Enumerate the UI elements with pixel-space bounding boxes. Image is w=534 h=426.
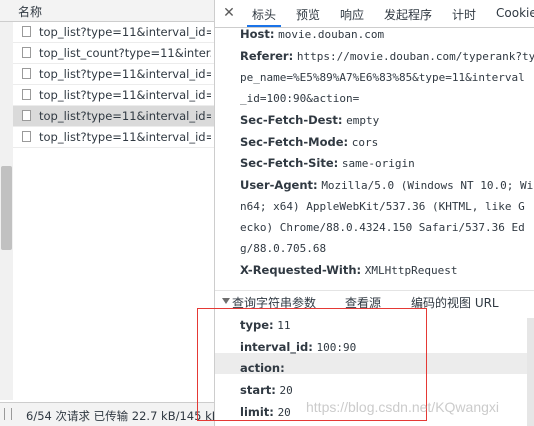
param-value: 11 (277, 319, 291, 332)
header-key: X-Requested-With: (240, 263, 362, 277)
request-details-panel: ✕ 标头 预览 响应 发起程序 计时 Cookie Host: movie.do… (215, 0, 534, 426)
file-icon (22, 110, 31, 121)
tab-preview[interactable]: 预览 (296, 6, 320, 23)
list-scrollbar[interactable] (0, 22, 13, 400)
query-param: interval_id: 100:90 (240, 337, 356, 358)
header-x-requested-with: X-Requested-With: XMLHttpRequest (240, 260, 458, 281)
param-key: type: (240, 318, 274, 332)
param-value: 20 (279, 384, 293, 397)
column-name-header[interactable]: 名称 (18, 3, 42, 20)
header-value: cors (351, 136, 379, 149)
file-icon (22, 68, 31, 79)
devtools-network-panel: 名称 top_list?type=11&interval_id=... top_… (0, 0, 534, 426)
header-value: https://movie.douban.com/typerank?ty (296, 50, 534, 63)
query-param: action: (240, 358, 285, 379)
header-value: same-origin (341, 157, 415, 170)
header-sec-fetch-site: Sec-Fetch-Site: same-origin (240, 153, 415, 174)
details-scrollbar[interactable] (527, 318, 534, 426)
file-icon (22, 26, 31, 37)
tab-response[interactable]: 响应 (340, 6, 364, 23)
param-value: 20 (277, 406, 291, 419)
request-row[interactable]: top_list?type=11&interval_id=... (13, 22, 214, 43)
request-row[interactable]: top_list?type=11&interval_id=... (13, 85, 214, 106)
list-scrollbar-thumb[interactable] (1, 166, 12, 250)
header-host: Host: movie.douban.com (240, 24, 384, 45)
request-list-panel: 名称 top_list?type=11&interval_id=... top_… (0, 0, 214, 426)
header-key: Host: (240, 27, 275, 41)
param-key: start: (240, 383, 276, 397)
request-row[interactable]: top_list?type=11&interval_id=... (13, 127, 214, 148)
header-sec-fetch-dest: Sec-Fetch-Dest: empty (240, 110, 379, 131)
header-sec-fetch-mode: Sec-Fetch-Mode: cors (240, 132, 378, 153)
query-param: start: 20 (240, 380, 293, 401)
grip-icon (4, 408, 12, 420)
header-key: Referer: (240, 49, 294, 63)
request-name: top_list_count?type=11&inter... (39, 46, 211, 60)
request-row[interactable]: top_list_count?type=11&inter... (13, 43, 214, 64)
header-value-continued: pe_name=%E5%89%A7%E6%83%85&type=11&inter… (240, 71, 525, 84)
file-icon (22, 131, 31, 142)
section-title[interactable]: 查询字符串参数 (232, 294, 316, 311)
header-user-agent: User-Agent: Mozilla/5.0 (Windows NT 10.0… (240, 175, 533, 196)
close-icon[interactable]: ✕ (221, 4, 237, 22)
param-key: action: (240, 361, 285, 375)
view-url-encoded-link[interactable]: 编码的视图 URL (411, 294, 499, 311)
file-icon (22, 47, 31, 58)
header-value: Mozilla/5.0 (Windows NT 10.0; Wi (321, 179, 534, 192)
header-value: empty (346, 114, 380, 127)
tab-cookies[interactable]: Cookie (496, 6, 534, 20)
header-key: Sec-Fetch-Site: (240, 156, 339, 170)
param-key: limit: (240, 405, 274, 419)
request-name: top_list?type=11&interval_id=... (39, 25, 211, 39)
status-summary: 6/54 次请求 已传输 22.7 kB/145 kB (26, 409, 214, 423)
header-key: User-Agent: (240, 178, 318, 192)
request-row[interactable]: top_list?type=11&interval_id=... (13, 64, 214, 85)
file-icon (22, 89, 31, 100)
request-rows: top_list?type=11&interval_id=... top_lis… (13, 22, 214, 148)
header-value-continued: g/88.0.705.68 (240, 242, 327, 255)
query-param: type: 11 (240, 315, 291, 336)
param-key: interval_id: (240, 340, 313, 354)
request-name: top_list?type=11&interval_id=... (39, 88, 211, 102)
query-param: limit: 20 (240, 402, 291, 423)
header-key: Sec-Fetch-Dest: (240, 113, 343, 127)
tab-initiator[interactable]: 发起程序 (384, 6, 432, 23)
tab-headers[interactable]: 标头 (252, 6, 276, 23)
header-referer: Referer: https://movie.douban.com/typera… (240, 46, 534, 67)
header-value-continued: _id=100:90&action= (240, 92, 360, 105)
request-row-selected[interactable]: top_list?type=11&interval_id=... (13, 106, 214, 127)
query-string-section-header[interactable]: 查询字符串参数 查看源 编码的视图 URL (215, 290, 534, 313)
param-value: 100:90 (316, 341, 357, 354)
header-value: movie.douban.com (278, 28, 385, 41)
request-name: top_list?type=11&interval_id=... (39, 67, 211, 81)
view-source-link[interactable]: 查看源 (345, 294, 381, 311)
list-header: 名称 (0, 0, 214, 22)
header-value-continued: ecko) Chrome/88.0.4324.150 Safari/537.36… (240, 221, 525, 234)
header-key: Sec-Fetch-Mode: (240, 135, 349, 149)
status-bar: 6/54 次请求 已传输 22.7 kB/145 kB (0, 402, 214, 426)
header-value-continued: n64; x64) AppleWebKit/537.36 (KHTML, lik… (240, 200, 525, 213)
header-value: XMLHttpRequest (364, 264, 458, 277)
tab-timing[interactable]: 计时 (452, 6, 476, 23)
request-name: top_list?type=11&interval_id=... (39, 130, 211, 144)
triangle-down-icon[interactable] (222, 298, 230, 304)
request-name: top_list?type=11&interval_id=... (39, 109, 211, 123)
